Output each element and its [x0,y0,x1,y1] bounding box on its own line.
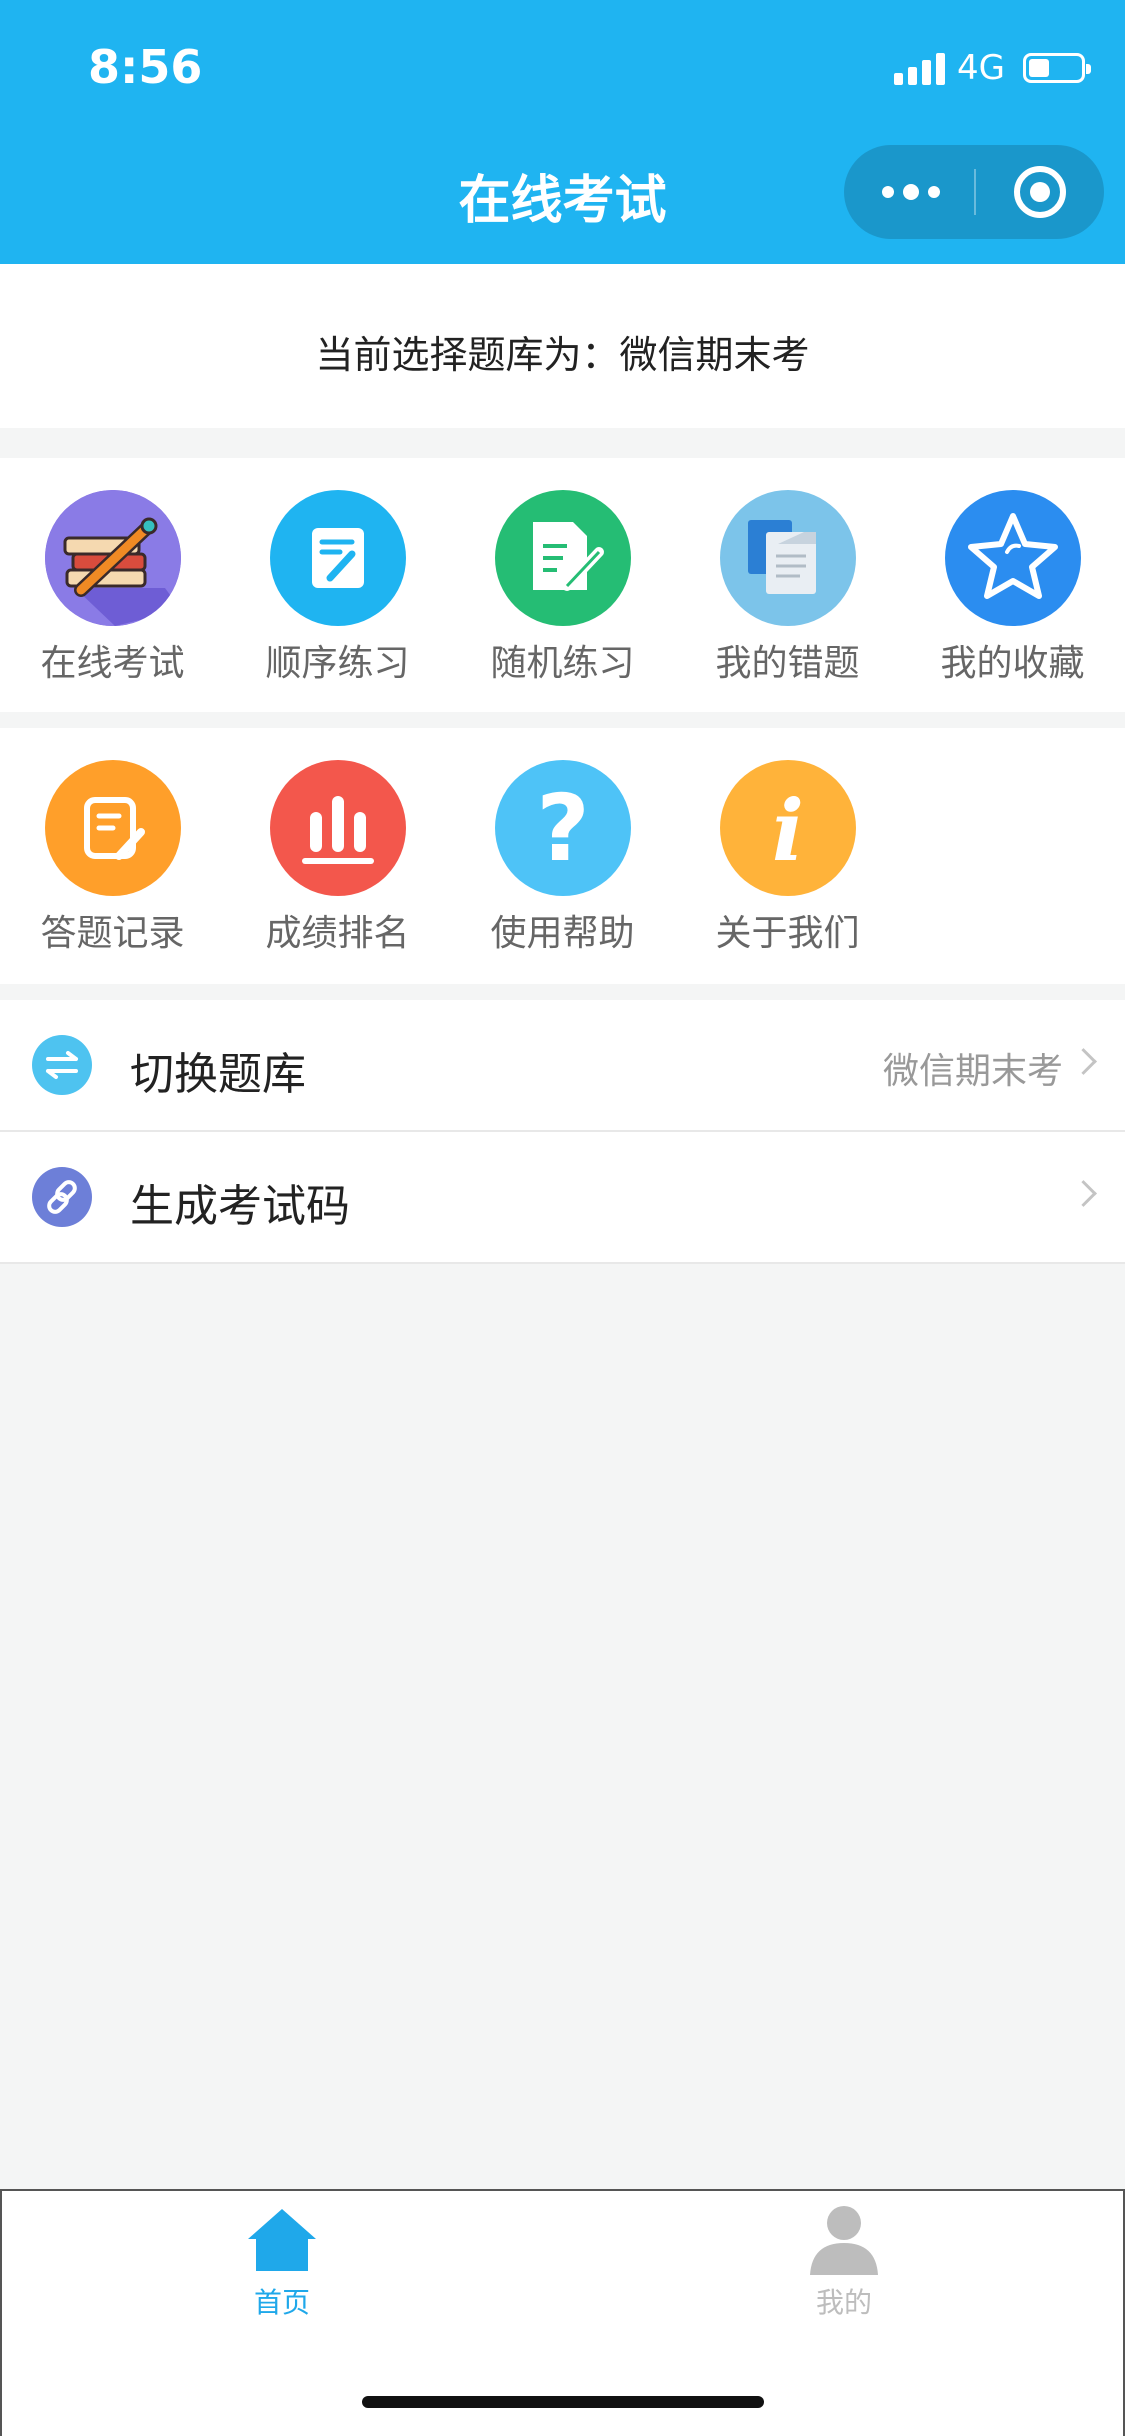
tab-mine[interactable]: 我的 [744,2205,944,2321]
chevron-right-icon [1070,1048,1097,1075]
feature-grid-row2: 答题记录 成绩排名 ? 使用帮助 i 关于我们 [0,728,1125,984]
grid-item-answer-records[interactable]: 答题记录 [0,760,225,956]
grid-item-label: 我的错题 [715,643,860,684]
close-target-icon[interactable] [1014,166,1066,218]
grid-item-help[interactable]: ? 使用帮助 [450,760,675,956]
header: 8:56 4G 在线考试 [0,0,1125,264]
mini-program-capsule [844,145,1104,239]
grid-item-sequential-practice[interactable]: 顺序练习 [225,490,450,686]
tab-label: 我的 [815,2286,872,2319]
documents-icon [719,490,856,626]
list-item-value: 微信期末考 [882,1051,1063,1092]
signal-icon [894,51,946,85]
grid-item-label: 顺序练习 [265,643,410,684]
svg-text:i: i [772,781,804,880]
grid-item-label: 答题记录 [40,913,185,954]
status-indicators: 4G [894,48,1091,88]
current-bank-panel: 当前选择题库为：微信期末考 [0,264,1125,428]
grid-item-my-mistakes[interactable]: 我的错题 [675,490,900,686]
grid-item-score-ranking[interactable]: 成绩排名 [225,760,450,956]
network-type: 4G [957,48,1005,88]
chevron-right-icon [1070,1180,1097,1207]
grid-item-label: 在线考试 [40,643,185,684]
grid-item-label: 成绩排名 [265,913,410,954]
grid-item-my-favorites[interactable]: 我的收藏 [900,490,1125,686]
grid-item-label: 随机练习 [490,643,635,684]
grid-item-label: 关于我们 [715,913,860,954]
list-item-label: 切换题库 [130,1049,306,1100]
tab-label: 首页 [253,2286,310,2319]
bar-chart-icon [269,760,406,896]
record-edit-icon [44,760,181,896]
link-icon [32,1167,92,1227]
grid-item-label: 使用帮助 [490,913,635,954]
books-pencil-icon [44,490,181,626]
grid-item-label: 我的收藏 [940,643,1085,684]
svg-text:?: ? [536,775,589,882]
info-icon: i [719,760,856,896]
current-bank-text: 当前选择题库为：微信期末考 [315,333,810,377]
list-item-label: 生成考试码 [130,1181,350,1232]
document-edit-icon [494,490,631,626]
more-icon[interactable] [882,145,940,239]
home-indicator [362,2396,764,2408]
capsule-divider [974,169,976,215]
list-item-generate-exam-code[interactable]: 生成考试码 [0,1132,1125,1264]
switch-icon [32,1035,92,1095]
grid-item-online-exam[interactable]: 在线考试 [0,490,225,686]
star-icon [944,490,1081,626]
grid-item-about-us[interactable]: i 关于我们 [675,760,900,956]
status-time: 8:56 [88,40,203,94]
battery-icon [1023,53,1091,83]
settings-list: 切换题库 微信期末考 生成考试码 [0,1000,1125,1264]
user-icon [810,2206,878,2275]
grid-item-random-practice[interactable]: 随机练习 [450,490,675,686]
list-item-switch-bank[interactable]: 切换题库 微信期末考 [0,1000,1125,1132]
home-icon [248,2209,316,2271]
note-edit-icon [269,490,406,626]
feature-grid-row1: 在线考试 顺序练习 随机练习 我的错题 我的收藏 [0,458,1125,712]
question-icon: ? [494,760,631,896]
tab-home[interactable]: 首页 [182,2205,382,2321]
